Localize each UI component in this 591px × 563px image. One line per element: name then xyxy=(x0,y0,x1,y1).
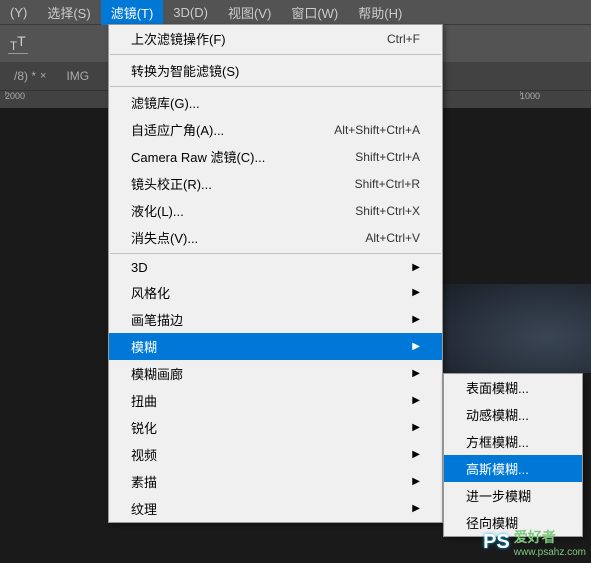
menu-camera-raw[interactable]: Camera Raw 滤镜(C)... Shift+Ctrl+A xyxy=(109,143,442,170)
menubar: (Y) 选择(S) 滤镜(T) 3D(D) 视图(V) 窗口(W) 帮助(H) xyxy=(0,0,591,24)
menu-label: 表面模糊... xyxy=(466,378,529,397)
menu-image[interactable]: (Y) xyxy=(0,2,37,23)
menu-separator xyxy=(110,253,441,254)
close-icon[interactable]: × xyxy=(40,70,46,82)
submenu-motion-blur[interactable]: 动感模糊... xyxy=(444,401,582,428)
menu-label: 自适应广角(A)... xyxy=(131,120,224,139)
menu-brush-strokes[interactable]: 画笔描边 ▶ xyxy=(109,306,442,333)
text-tool-indicator: TT xyxy=(8,33,28,54)
menu-last-filter[interactable]: 上次滤镜操作(F) Ctrl+F xyxy=(109,25,442,52)
menu-label: 模糊画廊 xyxy=(131,364,183,383)
menu-separator xyxy=(110,86,441,87)
watermark-url: www.psahz.com xyxy=(514,547,586,558)
menu-shortcut: Shift+Ctrl+A xyxy=(355,150,420,164)
menu-filter-gallery[interactable]: 滤镜库(G)... xyxy=(109,89,442,116)
menu-lens-correction[interactable]: 镜头校正(R)... Shift+Ctrl+R xyxy=(109,170,442,197)
menu-label: 高斯模糊... xyxy=(466,459,529,478)
menu-label: 画笔描边 xyxy=(131,310,183,329)
menu-view[interactable]: 视图(V) xyxy=(218,0,281,25)
chevron-right-icon: ▶ xyxy=(412,314,420,325)
menu-label: 转换为智能滤镜(S) xyxy=(131,61,239,80)
submenu-surface-blur[interactable]: 表面模糊... xyxy=(444,374,582,401)
filter-menu-dropdown: 上次滤镜操作(F) Ctrl+F 转换为智能滤镜(S) 滤镜库(G)... 自适… xyxy=(108,24,443,523)
menu-window[interactable]: 窗口(W) xyxy=(281,0,348,25)
chevron-right-icon: ▶ xyxy=(412,287,420,298)
menu-texture[interactable]: 纹理 ▶ xyxy=(109,495,442,522)
tab-label: /8) * xyxy=(14,69,36,83)
watermark: PS 爱好者 www.psahz.com xyxy=(483,527,586,558)
menu-vanishing-point[interactable]: 消失点(V)... Alt+Ctrl+V xyxy=(109,224,442,251)
chevron-right-icon: ▶ xyxy=(412,422,420,433)
menu-label: 上次滤镜操作(F) xyxy=(131,29,226,48)
tab-label: IMG xyxy=(66,69,89,83)
menu-label: 锐化 xyxy=(131,418,157,437)
menu-adaptive-wide[interactable]: 自适应广角(A)... Alt+Shift+Ctrl+A xyxy=(109,116,442,143)
chevron-right-icon: ▶ xyxy=(412,262,420,273)
menu-label: 液化(L)... xyxy=(131,201,184,220)
menu-shortcut: Alt+Shift+Ctrl+A xyxy=(334,123,420,137)
menu-select[interactable]: 选择(S) xyxy=(37,0,100,25)
menu-3d[interactable]: 3D(D) xyxy=(163,2,218,23)
menu-label: 消失点(V)... xyxy=(131,228,198,247)
menu-stylize[interactable]: 风格化 ▶ xyxy=(109,279,442,306)
menu-label: 进一步模糊 xyxy=(466,486,531,505)
menu-label: 视频 xyxy=(131,445,157,464)
menu-video[interactable]: 视频 ▶ xyxy=(109,441,442,468)
menu-label: 素描 xyxy=(131,472,157,491)
menu-separator xyxy=(110,54,441,55)
menu-filter[interactable]: 滤镜(T) xyxy=(101,0,164,25)
chevron-right-icon: ▶ xyxy=(412,341,420,352)
menu-label: 模糊 xyxy=(131,337,157,356)
menu-sketch[interactable]: 素描 ▶ xyxy=(109,468,442,495)
menu-liquify[interactable]: 液化(L)... Shift+Ctrl+X xyxy=(109,197,442,224)
menu-blur-gallery[interactable]: 模糊画廊 ▶ xyxy=(109,360,442,387)
menu-shortcut: Alt+Ctrl+V xyxy=(365,231,420,245)
blur-submenu: 表面模糊... 动感模糊... 方框模糊... 高斯模糊... 进一步模糊 径向… xyxy=(443,373,583,537)
menu-label: Camera Raw 滤镜(C)... xyxy=(131,147,265,166)
menu-blur[interactable]: 模糊 ▶ xyxy=(109,333,442,360)
chevron-right-icon: ▶ xyxy=(412,395,420,406)
menu-help[interactable]: 帮助(H) xyxy=(348,0,412,25)
menu-label: 扭曲 xyxy=(131,391,157,410)
menu-convert-smart[interactable]: 转换为智能滤镜(S) xyxy=(109,57,442,84)
submenu-gaussian-blur[interactable]: 高斯模糊... xyxy=(444,455,582,482)
menu-label: 风格化 xyxy=(131,283,170,302)
menu-label: 纹理 xyxy=(131,499,157,518)
chevron-right-icon: ▶ xyxy=(412,503,420,514)
chevron-right-icon: ▶ xyxy=(412,449,420,460)
menu-label: 3D xyxy=(131,260,148,275)
watermark-text: 爱好者 xyxy=(514,529,556,545)
menu-label: 动感模糊... xyxy=(466,405,529,424)
submenu-blur-more[interactable]: 进一步模糊 xyxy=(444,482,582,509)
submenu-box-blur[interactable]: 方框模糊... xyxy=(444,428,582,455)
menu-distort[interactable]: 扭曲 ▶ xyxy=(109,387,442,414)
menu-label: 滤镜库(G)... xyxy=(131,93,200,112)
document-tab-1[interactable]: /8) * × xyxy=(4,64,56,88)
menu-label: 方框模糊... xyxy=(466,432,529,451)
menu-shortcut: Ctrl+F xyxy=(387,32,420,46)
menu-label: 镜头校正(R)... xyxy=(131,174,212,193)
document-tab-2[interactable]: IMG xyxy=(56,64,99,88)
chevron-right-icon: ▶ xyxy=(412,476,420,487)
document-preview xyxy=(443,284,591,373)
chevron-right-icon: ▶ xyxy=(412,368,420,379)
ruler-tick: 1000 xyxy=(520,91,540,101)
menu-shortcut: Shift+Ctrl+R xyxy=(355,177,420,191)
menu-sharpen[interactable]: 锐化 ▶ xyxy=(109,414,442,441)
menu-3d-submenu[interactable]: 3D ▶ xyxy=(109,256,442,279)
watermark-logo: PS xyxy=(483,531,510,554)
menu-shortcut: Shift+Ctrl+X xyxy=(355,204,420,218)
ruler-tick: 2000 xyxy=(5,91,25,101)
